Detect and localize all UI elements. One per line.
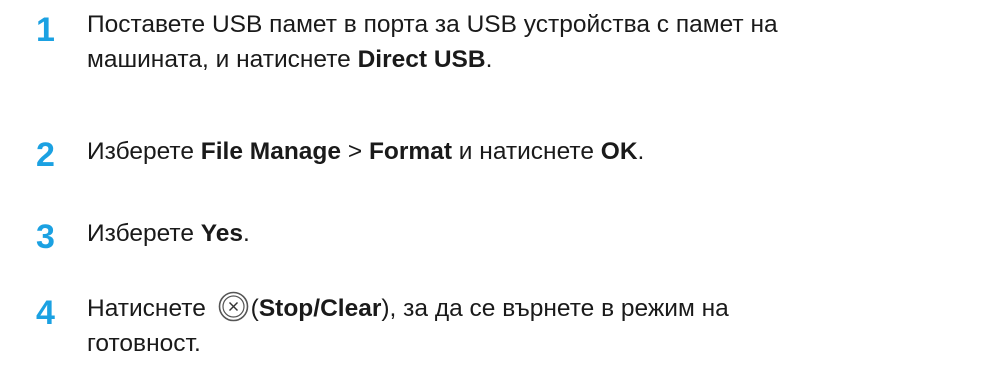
step-text-fragment: . [485,46,493,73]
step-number: 2 [36,136,55,174]
stop-clear-icon [218,291,249,322]
ok-label: OK [600,138,638,165]
step-text: Изберете Yes. [87,216,992,251]
step-text: Поставете USB памет в порта за USB устро… [87,7,992,77]
step-text-fragment: машината, и натиснете [87,46,358,73]
step-text-fragment: > [341,138,369,165]
step-text: Натиснете (Stop/Clear), за да се върнете… [87,291,992,361]
step-text-fragment: Изберете [87,220,201,247]
direct-usb-label: Direct USB [357,46,486,73]
step-text-fragment: , за да се върнете в режим на [389,295,729,322]
yes-label: Yes [200,220,244,247]
step-number: 1 [36,11,55,49]
step-text-line: готовност. [87,330,201,357]
step-text-fragment: Изберете [87,138,201,165]
format-label: Format [368,138,452,165]
stop-clear-label: Stop/Clear [258,295,382,322]
step-number: 4 [36,294,55,332]
step-text-fragment: ( [250,295,259,322]
step-text-fragment: ) [381,295,390,322]
step-number: 3 [36,218,55,256]
step-text: Изберете File Manage > Format и натиснет… [87,134,992,169]
step-text-line: Поставете USB памет в порта за USB устро… [87,11,778,38]
step-text-fragment: . [243,220,250,247]
step-text-fragment: и натиснете [451,138,601,165]
file-manage-label: File Manage [200,138,342,165]
step-text-fragment: . [637,138,645,165]
step-text-fragment: Натиснете [87,295,213,322]
